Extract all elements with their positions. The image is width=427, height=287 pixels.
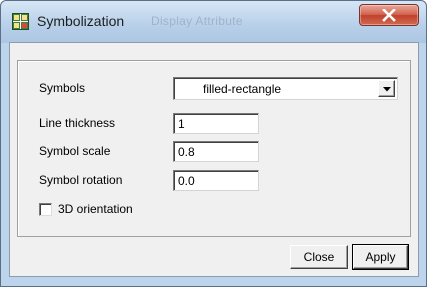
chevron-down-icon [383,87,391,92]
3d-orientation-checkbox[interactable] [39,203,52,216]
symbol-rotation-label: Symbol rotation [39,173,123,187]
symbol-scale-label: Symbol scale [39,144,111,158]
3d-orientation-label: 3D orientation [58,202,133,216]
symbol-scale-input[interactable]: 0.8 [173,141,259,162]
title-bar[interactable]: Symbolization Display Attribute [1,1,426,43]
line-thickness-input[interactable]: 1 [173,113,259,134]
line-thickness-label: Line thickness [39,116,116,130]
symbol-rotation-input[interactable]: 0.0 [173,170,259,191]
close-window-button[interactable] [359,4,419,26]
window-title: Symbolization [37,13,125,29]
symbols-dropdown[interactable]: filled-rectangle [173,77,398,100]
symbols-label: Symbols [39,81,86,95]
close-x-icon [382,9,396,22]
dropdown-arrow-button[interactable] [378,80,395,97]
symbols-selected-value: filled-rectangle [203,82,282,96]
close-button[interactable]: Close [290,245,348,269]
dialog-body: Symbols filled-rectangle Line thickness … [9,42,419,277]
apply-button[interactable]: Apply [352,244,409,270]
app-grid-icon [12,13,29,30]
background-window-title: Display Attribute [151,14,243,28]
dialog-window: Symbolization Display Attribute Symbols … [0,0,427,287]
